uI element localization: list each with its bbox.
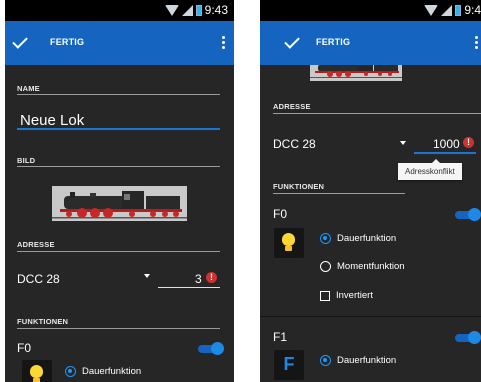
done-button[interactable]: FERTIG <box>50 37 84 47</box>
app-bar: FERTIG <box>260 21 481 65</box>
check-icon[interactable] <box>284 33 300 49</box>
status-bar: 9:43 <box>5 0 234 21</box>
option-dauerfunktion[interactable]: Dauerfunktion <box>320 233 396 244</box>
functions-section-label: FUNKTIONEN <box>17 317 69 326</box>
function-separator <box>260 316 481 317</box>
name-section-label: NAME <box>17 84 40 93</box>
radio-selected[interactable] <box>65 366 76 377</box>
radio-selected[interactable] <box>320 355 331 366</box>
divider <box>17 251 220 252</box>
image-section-label: BILD <box>17 156 36 165</box>
done-button[interactable]: FERTIG <box>316 37 350 47</box>
bulb-icon <box>30 365 43 378</box>
protocol-dropdown[interactable]: DCC 28 <box>273 137 316 151</box>
battery-icon <box>195 4 202 16</box>
address-conflict-tooltip: Adresskonflikt <box>398 159 462 180</box>
function-toggle-f1[interactable] <box>453 331 481 344</box>
editor-screen-left: 9:43 FERTIG NAME Neue Lok BILD ADRESSE D… <box>5 0 234 382</box>
divider <box>17 166 220 167</box>
locomotive-image[interactable] <box>52 186 187 221</box>
function-icon-f0[interactable] <box>274 228 304 258</box>
option-dauerfunktion[interactable]: Dauerfunktion <box>320 355 396 366</box>
editor-screen-right: 9:4 FERTIG ADRESSE DCC 28 1000 ! Adressk… <box>260 0 481 382</box>
address-input[interactable]: 1000 <box>433 137 460 151</box>
status-time: 9:43 <box>204 3 228 17</box>
cell-signal-icon <box>181 4 193 16</box>
bulb-icon <box>282 233 295 246</box>
f-letter-icon: F <box>283 354 295 374</box>
name-input[interactable]: Neue Lok <box>20 112 84 129</box>
function-name-f1: F1 <box>273 330 288 344</box>
status-bar: 9:4 <box>260 0 481 21</box>
function-icon-f0[interactable] <box>22 360 52 382</box>
protocol-dropdown[interactable]: DCC 28 <box>17 272 60 286</box>
address-input[interactable]: 3 <box>195 272 202 286</box>
cell-signal-icon <box>441 4 453 16</box>
divider <box>17 94 220 95</box>
error-icon: ! <box>206 272 217 283</box>
divider <box>273 113 481 114</box>
radio-unselected[interactable] <box>320 261 331 272</box>
address-input-underline <box>158 287 220 288</box>
battery-icon <box>455 4 462 16</box>
option-invertiert[interactable]: Invertiert <box>320 290 373 301</box>
address-section-label: ADRESSE <box>17 240 55 249</box>
option-dauerfunktion[interactable]: Dauerfunktion <box>65 366 141 377</box>
radio-selected[interactable] <box>320 233 331 244</box>
overflow-menu-icon[interactable] <box>222 36 225 51</box>
address-input-underline <box>414 152 476 154</box>
checkbox-unchecked[interactable] <box>320 290 330 301</box>
option-momentfunktion[interactable]: Momentfunktion <box>320 261 405 272</box>
wifi-icon <box>164 4 179 16</box>
function-toggle-f0[interactable] <box>196 342 224 355</box>
check-icon[interactable] <box>12 33 28 49</box>
app-bar: FERTIG <box>5 21 234 65</box>
dropdown-caret-icon[interactable] <box>144 274 150 278</box>
locomotive-image[interactable] <box>310 65 402 81</box>
divider <box>17 328 220 329</box>
overflow-menu-icon[interactable] <box>475 36 478 51</box>
wifi-icon <box>424 4 439 16</box>
error-icon: ! <box>463 137 474 148</box>
function-name-f0: F0 <box>17 341 32 355</box>
name-input-underline <box>17 128 220 130</box>
function-toggle-f0[interactable] <box>453 208 481 221</box>
address-section-label: ADRESSE <box>273 102 311 111</box>
status-time: 9:4 <box>464 3 481 17</box>
dropdown-caret-icon[interactable] <box>400 141 406 145</box>
function-icon-f1[interactable]: F <box>274 350 304 380</box>
functions-section-label: FUNKTIONEN <box>273 182 325 191</box>
divider <box>273 193 405 194</box>
function-name-f0: F0 <box>273 207 288 221</box>
